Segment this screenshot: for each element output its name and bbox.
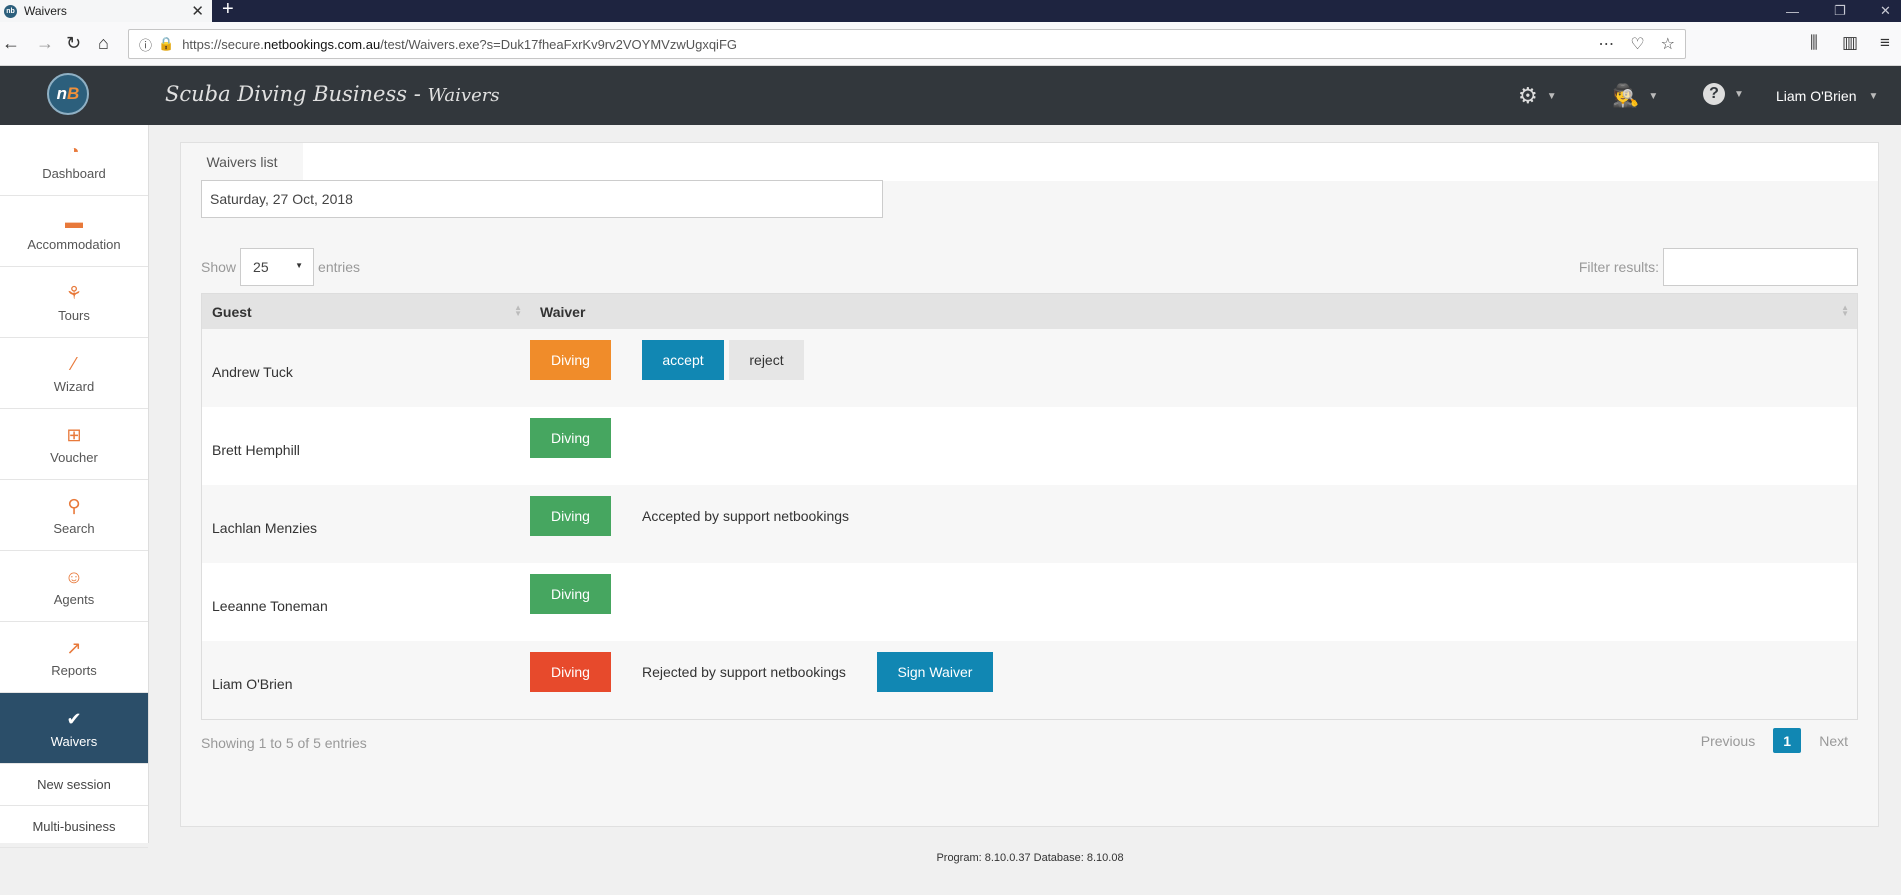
tab-waivers-list[interactable]: Waivers list [181,143,303,181]
lock-icon: 🔒 [158,36,175,51]
page-title: Scuba Diving Business - Waivers [165,82,500,106]
library-icon[interactable]: ⫼ [1810,33,1818,53]
guest-name: Leeanne Toneman [212,598,328,614]
multi-business-link[interactable]: Multi-business [0,806,148,848]
browser-nav-bar: ← → ↻ ⌂ ⓘ 🔒 https://secure.netbookings.c… [0,22,1901,66]
table-row: Leeanne Toneman Diving [202,563,1857,641]
sidebar-item-wizard[interactable]: ⁄ Wizard [0,338,148,409]
waiver-badge[interactable]: Diving [530,340,611,380]
help-icon: ? [1703,83,1725,105]
waiver-status: Accepted by support netbookings [642,508,850,524]
table-row: Brett Hemphill Diving [202,407,1857,485]
waiver-badge[interactable]: Diving [530,652,611,692]
sidebar-item-dashboard[interactable]: ◔ Dashboard [0,125,148,196]
sidebar-item-tours[interactable]: ⚘ Tours [0,267,148,338]
window-close-icon[interactable]: ✕ [1880,0,1891,22]
user-menu[interactable]: Liam O'Brien ▼ [1776,88,1878,104]
new-session-link[interactable]: New session [0,764,148,806]
sign-waiver-button[interactable]: Sign Waiver [876,652,993,692]
wand-icon: ⁄ [72,354,76,374]
page-1-button[interactable]: 1 [1773,728,1802,753]
help-menu[interactable]: ? ▼ [1703,83,1744,105]
sidebar-item-waivers[interactable]: ✔ Waivers [0,693,148,764]
sidebar-item-accommodation[interactable]: ▬ Accommodation [0,196,148,267]
netbookings-logo[interactable]: nB [47,73,89,115]
accept-button[interactable]: accept [642,340,724,380]
pocket-icon[interactable]: ♡ [1630,34,1644,54]
new-tab-icon[interactable]: + [222,0,234,21]
url-text: https://secure.netbookings.com.au/test/W… [182,36,737,52]
waiver-badge[interactable]: Diving [530,574,611,614]
guest-name: Lachlan Menzies [212,520,318,536]
sidebar-item-reports[interactable]: ↗ Reports [0,622,148,693]
tab-title: Waivers [24,4,67,18]
spy-icon: 🕵 [1612,83,1640,108]
sidebar-item-agents[interactable]: ☺ Agents [0,551,148,622]
search-icon: ⚲ [67,496,81,516]
filter-input[interactable] [1663,248,1858,286]
previous-button[interactable]: Previous [1701,733,1755,749]
guest-name: Liam O'Brien [212,676,293,692]
table-body: Andrew Tuck Diving accept reject Brett H… [202,329,1857,719]
user-name: Liam O'Brien [1776,88,1857,104]
waiver-badge[interactable]: Diving [530,496,611,536]
panel-tabs: Waivers list [181,143,1878,181]
column-header-guest[interactable]: Guest ▲ ▼ [202,294,530,329]
dropdown-caret-icon: ▼ [295,261,304,270]
url-bar[interactable]: ⓘ 🔒 https://secure.netbookings.com.au/te… [128,29,1686,59]
reject-button[interactable]: reject [729,340,804,380]
table-row: Andrew Tuck Diving accept reject [202,329,1857,407]
home-icon[interactable]: ⌂ [98,32,109,54]
waiver-status: Rejected by support netbookings [642,664,846,680]
gift-icon: ⊞ [66,425,82,445]
waivers-panel: Waivers list Saturday, 27 Oct, 2018 Show… [180,142,1879,827]
table-row: Liam O'Brien Diving Rejected by support … [202,641,1857,719]
column-header-waiver[interactable]: Waiver ▲ ▼ [530,294,1857,329]
minimize-icon[interactable]: — [1786,0,1799,22]
sort-icon: ▲ ▼ [1841,303,1849,318]
forward-icon[interactable]: → [36,32,54,54]
tab-close-icon[interactable]: ✕ [191,2,204,20]
sidebar: ◔ Dashboard ▬ Accommodation ⚘ Tours ⁄ Wi… [0,125,149,848]
gear-icon: ⚙ [1518,83,1538,108]
back-icon[interactable]: ← [2,32,20,54]
menu-icon[interactable]: ≡ [1880,33,1890,53]
guest-name: Brett Hemphill [212,442,300,458]
browser-tab-bar: nb Waivers ✕ + — ❐ ✕ [0,0,1901,22]
next-button[interactable]: Next [1819,733,1848,749]
browser-tab[interactable]: nb Waivers ✕ [0,0,212,22]
version-footer: Program: 8.10.0.37 Database: 8.10.08 [936,852,1124,864]
pagination: Previous 1 Next [1701,728,1848,753]
table-header: Guest ▲ ▼ Waiver ▲ ▼ [202,294,1857,329]
app-header: nB Scuba Diving Business - Waivers ⚙ ▼ 🕵 ▼… [0,66,1901,125]
reload-icon[interactable]: ↻ [66,32,81,54]
favicon-icon: nb [4,4,17,18]
waiver-badge[interactable]: Diving [530,418,611,458]
bed-icon: ▬ [65,212,83,232]
chart-icon: ↗ [66,638,82,658]
agent-icon: ☺ [64,567,84,587]
tours-icon: ⚘ [65,283,83,303]
sidebar-item-voucher[interactable]: ⊞ Voucher [0,409,148,480]
sidebar-toggle-icon[interactable]: ▥ [1842,33,1858,53]
table-info: Showing 1 to 5 of 5 entries [201,735,367,751]
info-icon[interactable]: ⓘ [139,35,152,54]
more-icon[interactable]: ⋯ [1598,34,1614,54]
agent-menu[interactable]: 🕵 ▼ [1612,83,1658,109]
waivers-table: Guest ▲ ▼ Waiver ▲ ▼ Andrew Tuck Diving ac… [201,293,1858,720]
restore-icon[interactable]: ❐ [1834,0,1846,22]
date-input[interactable]: Saturday, 27 Oct, 2018 [201,180,883,218]
table-row: Lachlan Menzies Diving Accepted by suppo… [202,485,1857,563]
bookmark-star-icon[interactable]: ☆ [1661,34,1675,54]
entries-select[interactable]: 25 ▼ [240,248,315,286]
sort-icon: ▲ ▼ [514,303,522,318]
sidebar-item-search[interactable]: ⚲ Search [0,480,148,551]
check-icon: ✔ [66,709,82,729]
chevron-down-icon: ▼ [1868,90,1879,102]
guest-name: Andrew Tuck [212,364,293,380]
entries-length-control: Show 25 ▼ entries [201,248,360,286]
filter-control: Filter results: [1579,248,1858,286]
settings-menu[interactable]: ⚙ ▼ [1518,83,1557,109]
dashboard-icon: ◔ [68,141,80,161]
